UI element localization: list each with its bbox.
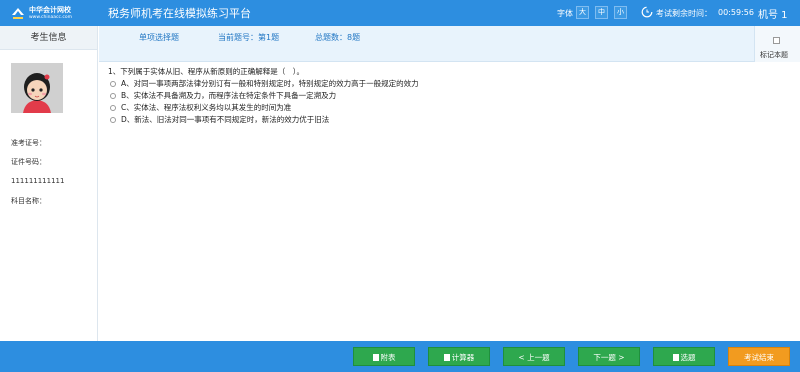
exam-id-label: 准考证号： xyxy=(11,139,46,147)
calculator-icon xyxy=(443,354,450,361)
total-questions: 总题数：8题 xyxy=(315,33,361,42)
avatar-illustration xyxy=(11,63,63,113)
font-large-button[interactable]: 大 xyxy=(576,6,589,19)
mark-question-checkbox[interactable] xyxy=(773,37,780,44)
calculator-button[interactable]: 计算器 xyxy=(428,347,490,366)
logo-url: www.chinaacc.com xyxy=(29,15,72,20)
timer-value: 00:59:56 xyxy=(718,8,754,17)
font-small-button[interactable]: 小 xyxy=(614,6,627,19)
table-icon xyxy=(372,354,379,361)
timer-label: 考试剩余时间： xyxy=(656,9,712,18)
grid-icon xyxy=(672,354,679,361)
font-medium-button[interactable]: 中 xyxy=(595,6,608,19)
option-a-text: A、对同一事项两部法律分别订有一般和特别规定时，特别规定的效力高于一般规定的效力 xyxy=(121,79,419,88)
next-question-button[interactable]: 下一题 > xyxy=(578,347,640,366)
option-d-radio[interactable] xyxy=(110,117,116,123)
option-a-radio[interactable] xyxy=(110,81,116,87)
bottom-toolbar: 附表 计算器 < 上一题 下一题 > 选题 考试结束 xyxy=(0,341,800,372)
sidebar-title: 考生信息 xyxy=(0,26,97,50)
calculator-button-label: 计算器 xyxy=(451,353,475,362)
option-c[interactable]: C、实体法、程序法权利义务均以其发生的时间为准 xyxy=(108,102,748,114)
appendix-button[interactable]: 附表 xyxy=(353,347,415,366)
option-c-text: C、实体法、程序法权利义务均以其发生的时间为准 xyxy=(121,103,292,112)
option-c-radio[interactable] xyxy=(110,105,116,111)
option-d-text: D、新法、旧法对同一事项有不同规定时，新法的效力优于旧法 xyxy=(121,115,330,124)
id-number-label: 证件号码： xyxy=(11,158,46,166)
question-area: 1、下列属于实体从旧、程序从新原则的正确解释是（ ）。 A、对同一事项两部法律分… xyxy=(108,66,748,126)
top-header: 中华会计网校 www.chinaacc.com 税务师机考在线模拟练习平台 字体… xyxy=(0,0,800,26)
logo-icon xyxy=(12,8,24,19)
end-exam-button[interactable]: 考试结束 xyxy=(728,347,790,366)
font-size-label: 字体 xyxy=(557,9,573,18)
mark-question-toggle[interactable]: 标记本题 xyxy=(754,26,800,62)
id-number-value: 111111111111 xyxy=(11,177,65,185)
question-stem: 1、下列属于实体从旧、程序从新原则的正确解释是（ ）。 xyxy=(108,67,305,76)
prev-question-button[interactable]: < 上一题 xyxy=(503,347,565,366)
candidate-sidebar: 考生信息 准考证号： 证件号码： 111111111111 科目名称： xyxy=(0,26,98,341)
machine-number: 机号 1 xyxy=(758,10,788,21)
avatar xyxy=(11,63,63,113)
clock-icon xyxy=(641,6,653,18)
subject-label: 科目名称： xyxy=(11,197,46,205)
option-a[interactable]: A、对同一事项两部法律分别订有一般和特别规定时，特别规定的效力高于一般规定的效力 xyxy=(108,78,748,90)
mark-question-label: 标记本题 xyxy=(760,51,788,59)
option-d[interactable]: D、新法、旧法对同一事项有不同规定时，新法的效力优于旧法 xyxy=(108,114,748,126)
option-b-text: B、实体法不具备溯及力，而程序法在特定条件下具备一定溯及力 xyxy=(121,91,337,100)
option-b-radio[interactable] xyxy=(110,93,116,99)
current-question: 当前题号：第1题 xyxy=(218,33,280,42)
app-title: 税务师机考在线模拟练习平台 xyxy=(108,7,251,20)
question-type: 单项选择题 xyxy=(139,33,179,42)
logo-name: 中华会计网校 xyxy=(29,6,71,14)
option-b[interactable]: B、实体法不具备溯及力，而程序法在特定条件下具备一定溯及力 xyxy=(108,90,748,102)
select-question-label: 选题 xyxy=(680,353,696,362)
end-exam-label: 考试结束 xyxy=(744,353,774,362)
prev-question-label: < 上一题 xyxy=(518,353,550,362)
appendix-button-label: 附表 xyxy=(380,353,396,362)
select-question-button[interactable]: 选题 xyxy=(653,347,715,366)
next-question-label: 下一题 > xyxy=(593,353,625,362)
logo: 中华会计网校 www.chinaacc.com xyxy=(10,3,96,23)
question-info-bar: 单项选择题 当前题号：第1题 总题数：8题 标记本题 xyxy=(99,26,800,62)
